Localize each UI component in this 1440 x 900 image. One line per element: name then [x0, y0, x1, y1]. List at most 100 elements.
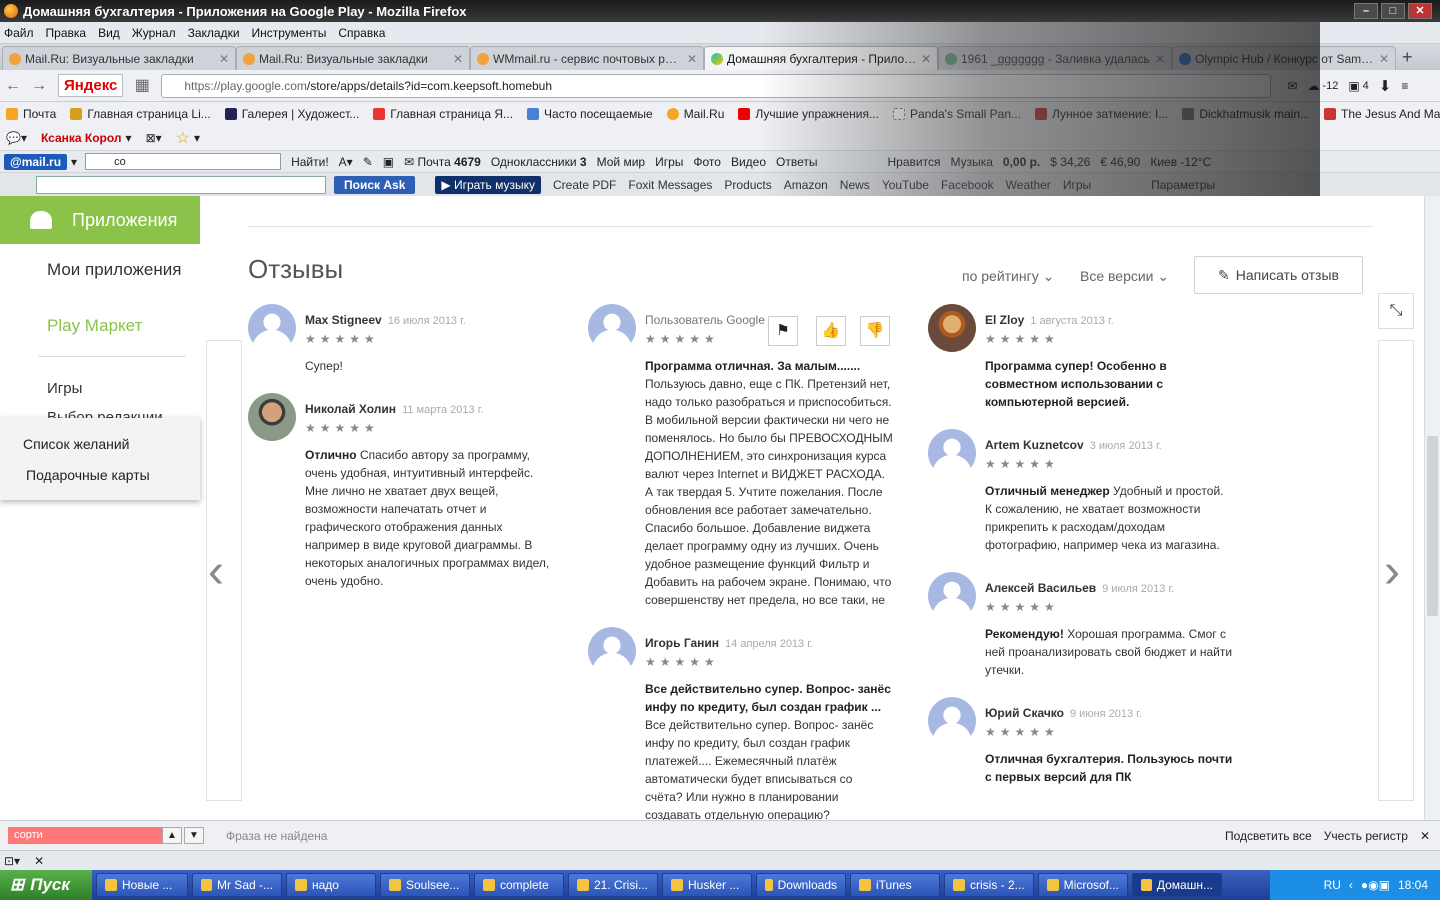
play-market-link[interactable]: Play Маркет — [47, 316, 142, 336]
address-bar[interactable]: https://play.google.com/store/apps/detai… — [161, 73, 1272, 98]
close-tab-icon[interactable]: ✕ — [453, 52, 463, 66]
font-icon[interactable]: A▾ — [339, 155, 353, 169]
mailru-logo[interactable]: @mail.ru — [4, 153, 68, 170]
browser-tab[interactable]: Mail.Ru: Визуальные закладки ✕ — [2, 46, 236, 70]
reviewer-name[interactable]: Алексей Васильев — [985, 581, 1096, 595]
write-review-button[interactable]: ✎ Написать отзыв — [1194, 256, 1363, 294]
bookmark-item[interactable]: Panda's Small Pan... — [892, 107, 1021, 121]
reviewer-name[interactable]: Пользователь Google — [645, 313, 765, 327]
forward-button[interactable]: → — [26, 73, 52, 99]
menu-history[interactable]: Журнал — [132, 26, 176, 40]
bookmark-item[interactable]: Главная страница Я... — [373, 107, 513, 121]
close-tab-icon[interactable]: ✕ — [1379, 52, 1389, 66]
language-indicator[interactable]: RU — [1324, 878, 1341, 892]
foxit-link[interactable]: Foxit Messages — [628, 178, 712, 192]
match-case-button[interactable]: Учесть регистр — [1324, 829, 1408, 843]
create-pdf-link[interactable]: Create PDF — [553, 178, 616, 192]
answers-link[interactable]: Ответы — [776, 155, 817, 169]
taskbar-item[interactable]: Mr Sad -... — [192, 873, 282, 897]
screen-icon[interactable]: ▣ — [383, 155, 394, 169]
menu-help[interactable]: Справка — [338, 26, 385, 40]
bookmark-item[interactable]: Лунное затмение: I... — [1035, 107, 1168, 121]
ask-search-input[interactable] — [36, 175, 326, 194]
flag-icon[interactable]: ⚑ — [768, 316, 798, 346]
taskbar-item[interactable]: 21. Crisi... — [568, 873, 658, 897]
chevron-right-icon[interactable]: › — [1384, 548, 1400, 596]
menu-file[interactable]: Файл — [4, 26, 34, 40]
mailru-search-input[interactable]: co — [85, 153, 282, 170]
bookmarks-grid-icon[interactable]: ▦ — [129, 73, 155, 99]
scrollbar-thumb[interactable] — [1427, 436, 1438, 616]
mail-link[interactable]: ✉ Почта 4679 — [404, 155, 481, 169]
play-music-button[interactable]: ▶ Играть музыку — [435, 175, 542, 194]
find-button[interactable]: Найти! — [291, 155, 329, 169]
wishlist-link[interactable]: Список желаний — [23, 436, 129, 452]
amazon-link[interactable]: Amazon — [784, 178, 828, 192]
bookmark-item[interactable]: Почта — [6, 107, 56, 121]
back-button[interactable]: ← — [0, 73, 26, 99]
close-window-button[interactable]: ✕ — [1408, 3, 1432, 19]
games-link[interactable]: Игры — [1063, 178, 1091, 192]
menu-edit[interactable]: Правка — [46, 26, 87, 40]
apps-nav-header[interactable]: Приложения — [0, 196, 200, 244]
addon-icon[interactable]: ⊡▾ — [4, 854, 20, 868]
minimize-button[interactable]: – — [1354, 3, 1378, 19]
reviewer-name[interactable]: Николай Холин — [305, 402, 396, 416]
new-tab-button[interactable]: + — [1402, 47, 1413, 68]
collapse-icon[interactable]: ⤡ — [1378, 293, 1414, 329]
taskbar-item[interactable]: надо — [286, 873, 376, 897]
bookmark-item[interactable]: Лучшие упражнения... — [738, 107, 879, 121]
moy-mir-link[interactable]: Мой мир — [597, 155, 645, 169]
menu-tools[interactable]: Инструменты — [252, 26, 327, 40]
ok-link[interactable]: Одноклассники 3 — [491, 155, 587, 169]
bookmark-item[interactable]: Галерея | Художест... — [224, 107, 359, 121]
close-tab-icon[interactable]: ✕ — [921, 52, 931, 66]
usd-rate[interactable]: $ 34,26 — [1050, 155, 1090, 169]
mail-icon[interactable]: ✉ — [1287, 79, 1297, 93]
page-scrollbar[interactable] — [1424, 196, 1440, 820]
notification-icon[interactable]: ▣ — [1348, 79, 1359, 93]
taskbar-item-active[interactable]: Домашн... — [1132, 873, 1222, 897]
city-weather[interactable]: Киев -12°C — [1150, 155, 1211, 169]
bookmark-item[interactable]: Главная страница Li... — [70, 107, 211, 121]
chat-icon[interactable]: 💬▾ — [6, 131, 27, 145]
photo-link[interactable]: Фото — [693, 155, 721, 169]
start-button[interactable]: ⊞ Пуск — [0, 870, 92, 900]
tray-expand-icon[interactable]: ‹ — [1349, 878, 1353, 892]
money-balance[interactable]: 0,00 р. — [1003, 155, 1040, 169]
taskbar-item[interactable]: Husker ... — [662, 873, 752, 897]
menu-view[interactable]: Вид — [98, 26, 120, 40]
my-apps-link[interactable]: Мои приложения — [47, 260, 187, 280]
bookmark-item[interactable]: The Jesus And Mary ... — [1324, 107, 1440, 121]
browser-tab[interactable]: Mail.Ru: Визуальные закладки ✕ — [236, 46, 470, 70]
close-tab-icon[interactable]: ✕ — [1155, 52, 1165, 66]
reviewer-name[interactable]: Artem Kuznetcov — [985, 438, 1084, 452]
youtube-link[interactable]: YouTube — [882, 178, 929, 192]
weather-link[interactable]: Weather — [1006, 178, 1051, 192]
reviewer-name[interactable]: Юрий Скачко — [985, 706, 1064, 720]
share-icon[interactable]: ⊠▾ — [146, 131, 162, 145]
reviewer-name[interactable]: El Zloy — [985, 313, 1024, 327]
video-link[interactable]: Видео — [731, 155, 766, 169]
dropdown-icon[interactable]: ▾ — [194, 131, 200, 145]
ask-search-button[interactable]: Поиск Ask — [334, 175, 416, 194]
versions-dropdown[interactable]: Все версии ⌄ — [1080, 268, 1169, 285]
params-link[interactable]: Параметры — [1151, 178, 1215, 192]
taskbar-item[interactable]: Downloads — [756, 873, 846, 897]
bookmark-item[interactable]: Часто посещаемые — [527, 107, 653, 121]
close-addon-icon[interactable]: ✕ — [34, 854, 44, 868]
browser-tab[interactable]: 1961 _ggggggg - Заливка удалась ✕ — [938, 46, 1172, 70]
close-tab-icon[interactable]: ✕ — [219, 52, 229, 66]
taskbar-item[interactable]: crisis - 2... — [944, 873, 1034, 897]
browser-tab[interactable]: Olympic Hub / Конкурс от Samsung M... ✕ — [1172, 46, 1396, 70]
dropdown-icon[interactable]: ▾ — [126, 131, 132, 145]
maximize-button[interactable]: □ — [1381, 3, 1405, 19]
bookmark-item[interactable]: Mail.Ru — [666, 107, 724, 121]
find-previous-button[interactable]: ▲ — [162, 827, 182, 844]
dropdown-icon[interactable]: ▾ — [71, 155, 77, 169]
thumbs-down-icon[interactable]: 👎 — [860, 316, 890, 346]
menu-bookmarks[interactable]: Закладки — [188, 26, 240, 40]
taskbar-item[interactable]: Новые ... — [96, 873, 188, 897]
taskbar-item[interactable]: Microsof... — [1038, 873, 1128, 897]
browser-tab[interactable]: WMmail.ru - сервис почтовых рассы... ✕ — [470, 46, 704, 70]
